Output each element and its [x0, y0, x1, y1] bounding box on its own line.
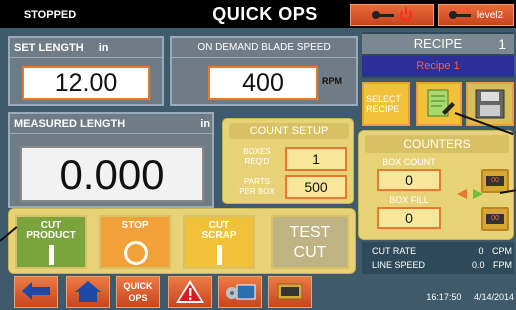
select-recipe-label-line1: SELECT: [366, 94, 402, 104]
line-speed-unit: FPM: [493, 260, 512, 270]
key-icon: [372, 11, 396, 19]
line-speed-readout: 0.0 FPM: [472, 260, 512, 270]
maintenance-button[interactable]: [218, 276, 262, 308]
set-length-header: SET LENGTH in: [10, 38, 162, 58]
maintenance-icon: [226, 284, 256, 300]
cut-scrap-button[interactable]: CUT SCRAP: [183, 215, 255, 269]
cut-scrap-label: CUT SCRAP: [185, 217, 253, 241]
save-disk-icon: [475, 89, 505, 119]
warning-icon: [176, 280, 204, 303]
blade-speed-unit: RPM: [322, 76, 342, 86]
recipe-name: Recipe 1: [362, 56, 514, 76]
cut-rate-label: CUT RATE: [372, 246, 417, 256]
machine-status: STOPPED: [23, 9, 77, 21]
rates-panel: CUT RATE 0 CPM LINE SPEED 0.0 FPM: [362, 242, 514, 274]
counters-title: COUNTERS: [365, 135, 509, 153]
line-speed-label: LINE SPEED: [372, 260, 426, 270]
stop-button[interactable]: STOP: [99, 215, 171, 269]
cut-product-button[interactable]: CUT PRODUCT: [15, 215, 87, 269]
measured-length-panel: MEASURED LENGTH in 0.000: [8, 112, 214, 208]
access-level-button[interactable]: level2: [438, 4, 514, 26]
parts-per-box-label: PARTS PER BOX: [229, 177, 285, 197]
reset-box-fill-button[interactable]: 00: [481, 207, 509, 231]
reset-box-count-button[interactable]: 00: [481, 169, 509, 193]
parts-per-box-input[interactable]: 500: [285, 175, 347, 199]
alarms-button[interactable]: [168, 276, 212, 308]
set-length-title: SET LENGTH: [14, 42, 84, 54]
cut-rate-unit: CPM: [492, 246, 512, 256]
recipe-number: 1: [498, 36, 506, 52]
measured-length-unit: in: [200, 118, 211, 130]
cut-rate-row: CUT RATE 0 CPM: [372, 246, 512, 258]
count-setup-panel: COUNT SETUP BOXES REQ'D 1 PARTS PER BOX …: [222, 118, 354, 204]
clock-time: 16:17:50: [426, 292, 462, 302]
stop-ring-icon: [124, 241, 148, 265]
counter-icon: [277, 283, 303, 300]
count-setup-title: COUNT SETUP: [229, 123, 349, 139]
box-count-value: 0: [377, 169, 441, 191]
counter-digits: 00: [486, 176, 504, 186]
select-recipe-button[interactable]: SELECT RECIPE: [362, 82, 410, 126]
page-title: QUICK OPS: [212, 4, 318, 24]
cut-scrap-label-line2: SCRAP: [201, 230, 237, 241]
access-level-label: level2: [476, 9, 504, 21]
test-cut-label-line2: CUT: [293, 244, 327, 261]
back-arrow-icon: [22, 282, 50, 300]
quick-ops-label-line2: OPS: [128, 293, 148, 303]
recipe-title-bar: RECIPE 1: [362, 34, 514, 54]
parts-label-line2: PER BOX: [239, 187, 275, 196]
transfer-arrows-icon: [457, 189, 483, 199]
home-icon: [75, 281, 101, 302]
box-fill-label: BOX FILL: [389, 195, 429, 205]
parts-label-line1: PARTS: [244, 177, 270, 186]
start-bar-icon: [49, 245, 54, 265]
measured-length-title: MEASURED LENGTH: [14, 118, 126, 130]
blade-speed-input[interactable]: 400: [208, 66, 318, 100]
box-fill-value: 0: [377, 207, 441, 229]
measured-length-value: 0.000: [20, 146, 204, 202]
measured-length-header: MEASURED LENGTH in: [10, 114, 212, 134]
clock-date: 4/14/2014: [473, 292, 514, 302]
edit-recipe-button[interactable]: [416, 82, 462, 126]
line-speed-value: 0.0: [471, 260, 485, 270]
counters-panel: COUNTERS BOX COUNT 0 BOX FILL 0 00 00: [358, 130, 514, 240]
stop-label: STOP: [121, 220, 149, 231]
line-speed-row: LINE SPEED 0.0 FPM: [372, 260, 512, 272]
cut-product-label: CUT PRODUCT: [17, 217, 85, 241]
boxes-required-input[interactable]: 1: [285, 147, 347, 171]
power-icon: [400, 7, 412, 21]
counter-digits: 00: [486, 214, 504, 224]
set-length-panel: SET LENGTH in 12.00: [8, 36, 164, 106]
back-button[interactable]: [14, 276, 58, 308]
edit-document-icon: [427, 89, 455, 117]
blade-speed-title: ON DEMAND BLADE SPEED: [172, 38, 356, 58]
set-length-unit: in: [98, 42, 109, 54]
cut-rate-readout: 0 CPM: [478, 246, 512, 256]
recipe-title: RECIPE: [413, 36, 463, 51]
box-count-label: BOX COUNT: [382, 157, 436, 167]
select-recipe-label-line2: RECIPE: [366, 104, 400, 114]
quick-ops-label-line1: QUICK: [123, 281, 153, 291]
start-bar-icon: [217, 245, 222, 265]
logout-button[interactable]: [350, 4, 434, 26]
clock: 16:17:50 4/14/2014: [362, 292, 514, 308]
blade-speed-panel: ON DEMAND BLADE SPEED 400 RPM: [170, 36, 358, 106]
test-cut-button[interactable]: TEST CUT: [271, 215, 349, 269]
cut-product-label-line2: PRODUCT: [26, 230, 76, 241]
boxes-label-line2: REQ'D: [244, 157, 270, 166]
cut-rate-value: 0: [478, 246, 484, 256]
boxes-required-label: BOXES REQ'D: [233, 147, 281, 167]
action-button-bar: CUT PRODUCT STOP CUT SCRAP TEST CUT: [8, 208, 356, 274]
boxes-label-line1: BOXES: [243, 147, 271, 156]
quick-ops-button[interactable]: QUICK OPS: [116, 276, 160, 308]
counters-button[interactable]: [268, 276, 312, 308]
recipe-buttons: SELECT RECIPE: [362, 82, 514, 128]
recipe-panel: RECIPE 1 Recipe 1: [362, 32, 514, 78]
test-cut-label-line1: TEST: [289, 224, 331, 241]
key-icon: [448, 11, 473, 19]
home-button[interactable]: [66, 276, 110, 308]
set-length-input[interactable]: 12.00: [22, 66, 150, 100]
